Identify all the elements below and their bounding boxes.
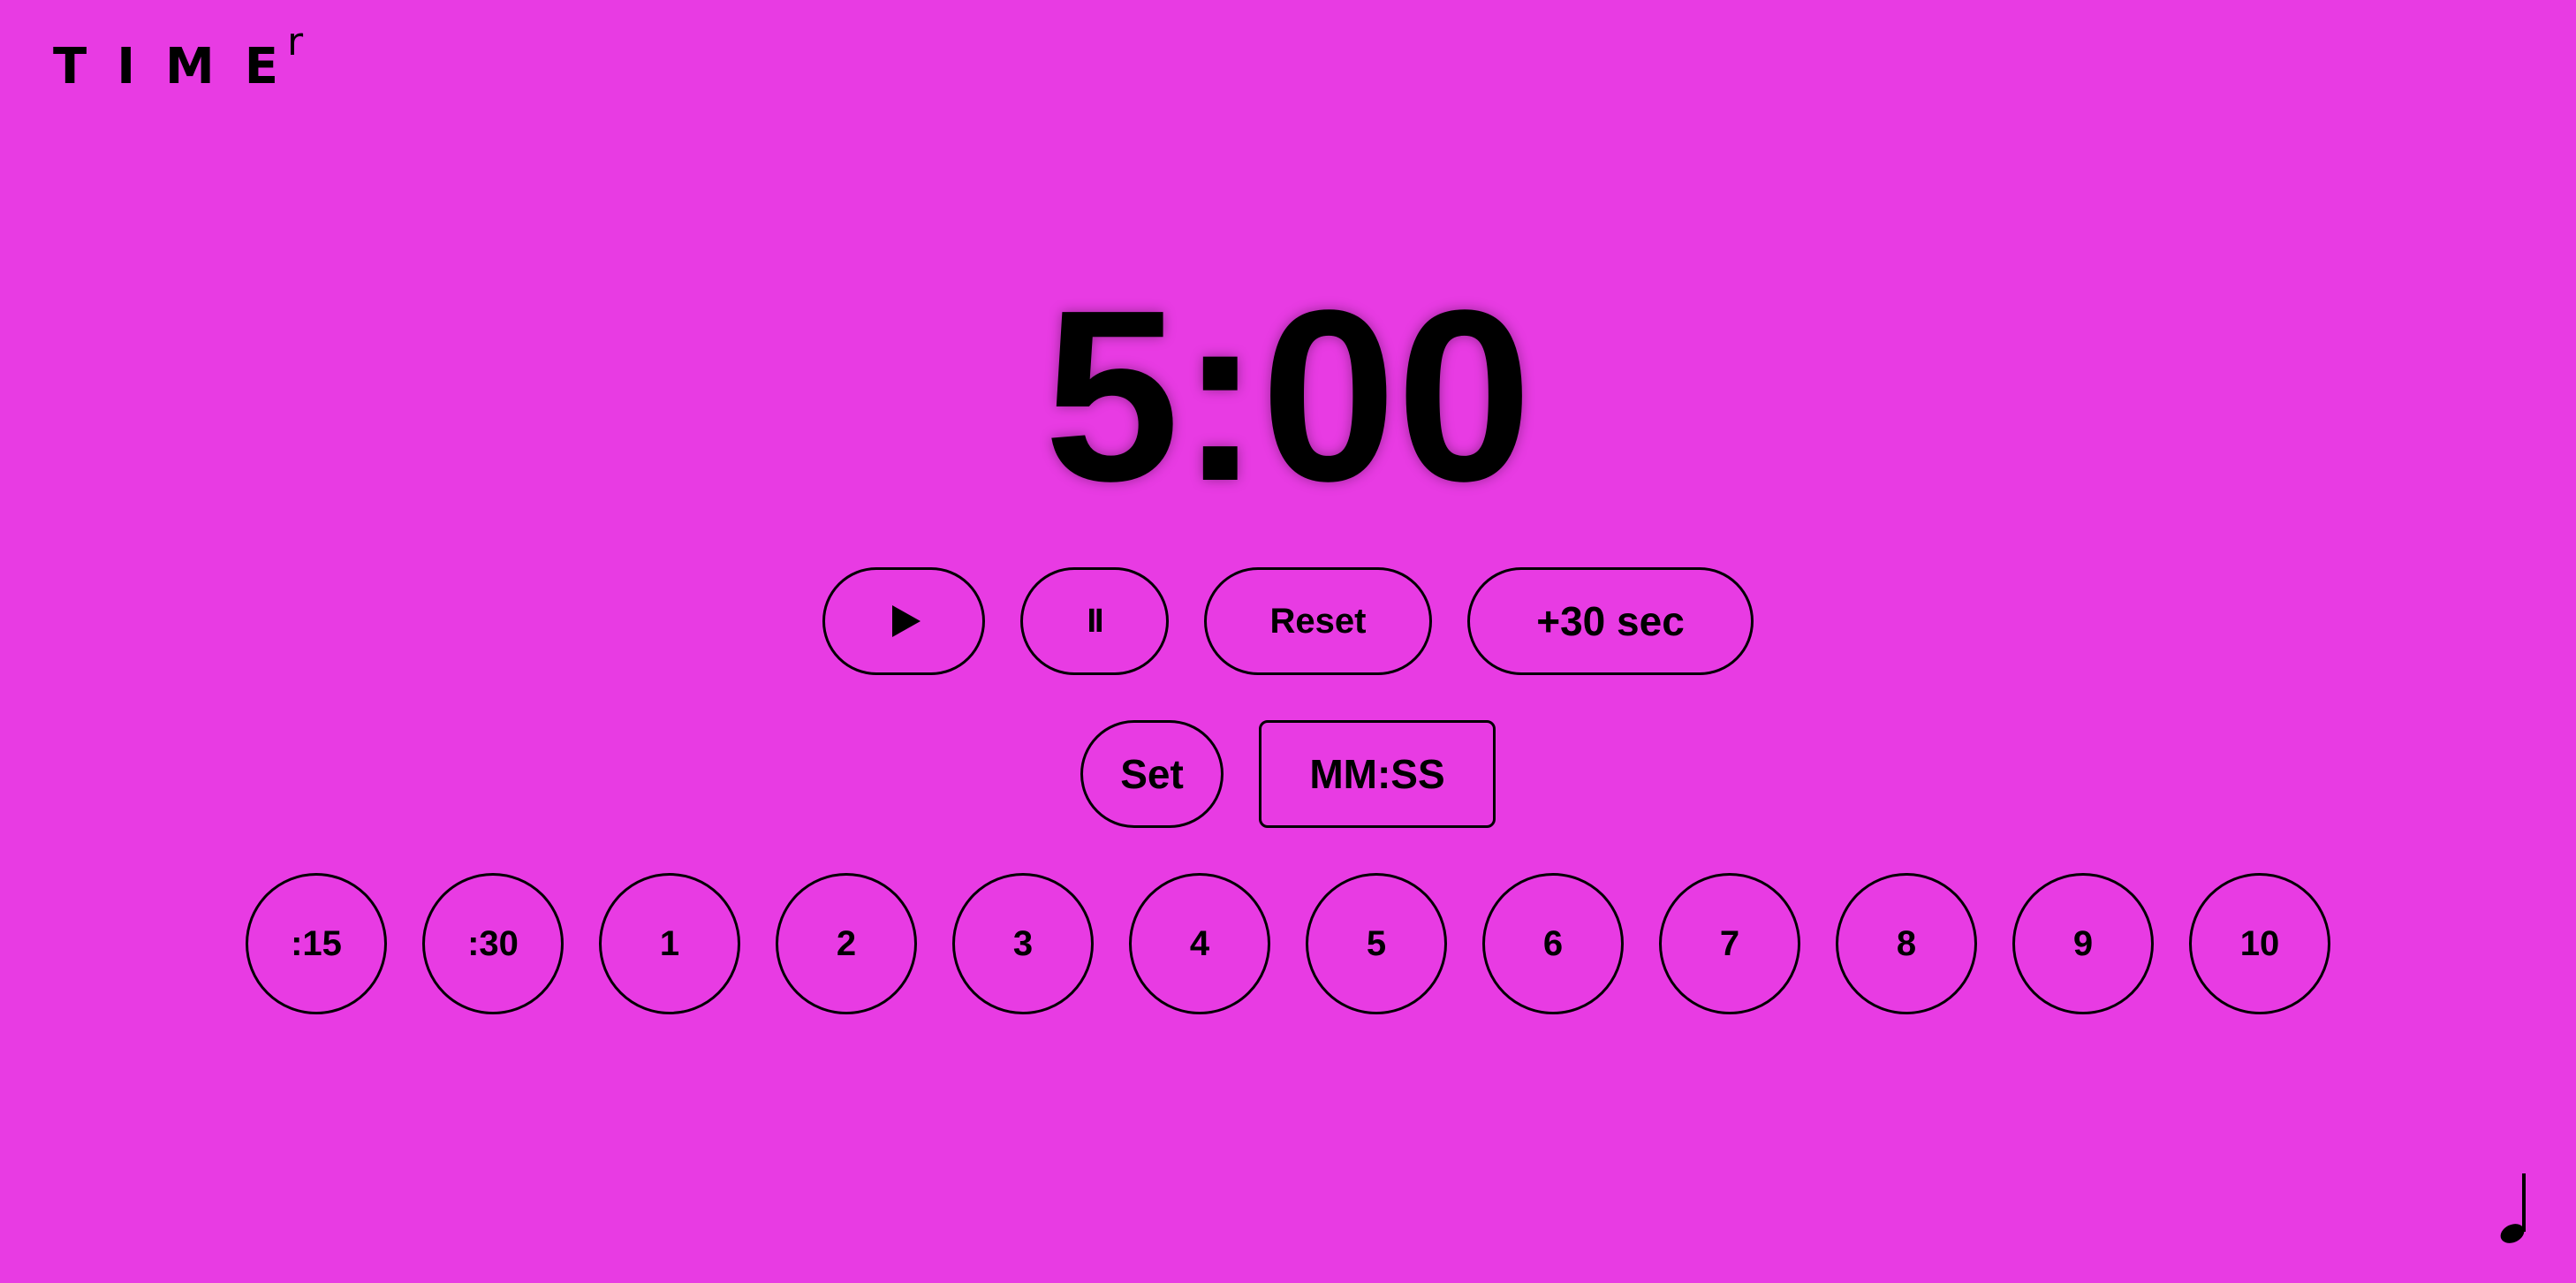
play-icon [892, 605, 921, 637]
music-note-icon[interactable] [2495, 1170, 2534, 1246]
preset-button[interactable]: :30 [422, 873, 564, 1014]
preset-button[interactable]: 7 [1659, 873, 1800, 1014]
time-input[interactable]: MM:SS [1259, 720, 1496, 828]
preset-button[interactable]: 1 [599, 873, 740, 1014]
timer-display: 5:00 [1043, 260, 1533, 532]
logo-text: TIME [53, 38, 309, 95]
pause-button[interactable]: II [1020, 567, 1169, 675]
preset-button[interactable]: 6 [1482, 873, 1624, 1014]
app-logo: TIME r [53, 23, 303, 92]
add-30-seconds-button[interactable]: +30 sec [1467, 567, 1754, 675]
timer-controls: II Reset +30 sec [0, 567, 2576, 675]
preset-button[interactable]: 10 [2189, 873, 2330, 1014]
logo-superscript: r [287, 19, 304, 65]
preset-button[interactable]: 2 [776, 873, 917, 1014]
preset-buttons: :15:30 1 2 3 4 5 6 7 8 9 10 [0, 873, 2576, 1014]
preset-button[interactable]: :15 [246, 873, 387, 1014]
preset-button[interactable]: 3 [952, 873, 1094, 1014]
reset-button[interactable]: Reset [1204, 567, 1432, 675]
set-button[interactable]: Set [1080, 720, 1224, 828]
set-time-controls: Set MM:SS [0, 720, 2576, 828]
preset-button[interactable]: 8 [1836, 873, 1977, 1014]
preset-button[interactable]: 5 [1306, 873, 1447, 1014]
play-button[interactable] [822, 567, 985, 675]
preset-button[interactable]: 9 [2012, 873, 2154, 1014]
preset-button[interactable]: 4 [1129, 873, 1270, 1014]
